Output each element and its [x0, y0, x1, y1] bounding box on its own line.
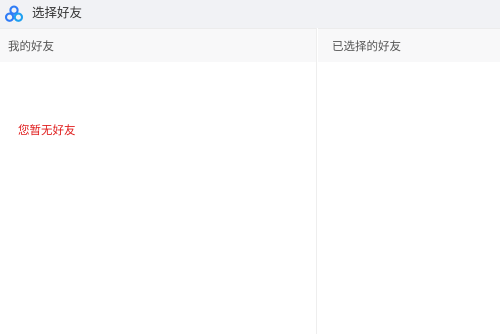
my-friends-label: 我的好友 [8, 39, 54, 53]
selected-friends-header: 已选择的好友 [318, 28, 500, 62]
my-friends-header: 我的好友 [0, 28, 316, 62]
select-friends-window: 选择好友 我的好友 您暂无好友 已选择的好友 [0, 0, 500, 334]
no-friends-message: 您暂无好友 [18, 123, 76, 137]
selected-friends-panel: 已选择的好友 [318, 28, 500, 334]
title-bar: 选择好友 [0, 0, 500, 28]
window-title: 选择好友 [32, 5, 83, 20]
my-friends-panel: 我的好友 您暂无好友 [0, 28, 317, 334]
selected-friends-label: 已选择的好友 [332, 39, 401, 53]
cloud-rings-icon [4, 4, 24, 24]
